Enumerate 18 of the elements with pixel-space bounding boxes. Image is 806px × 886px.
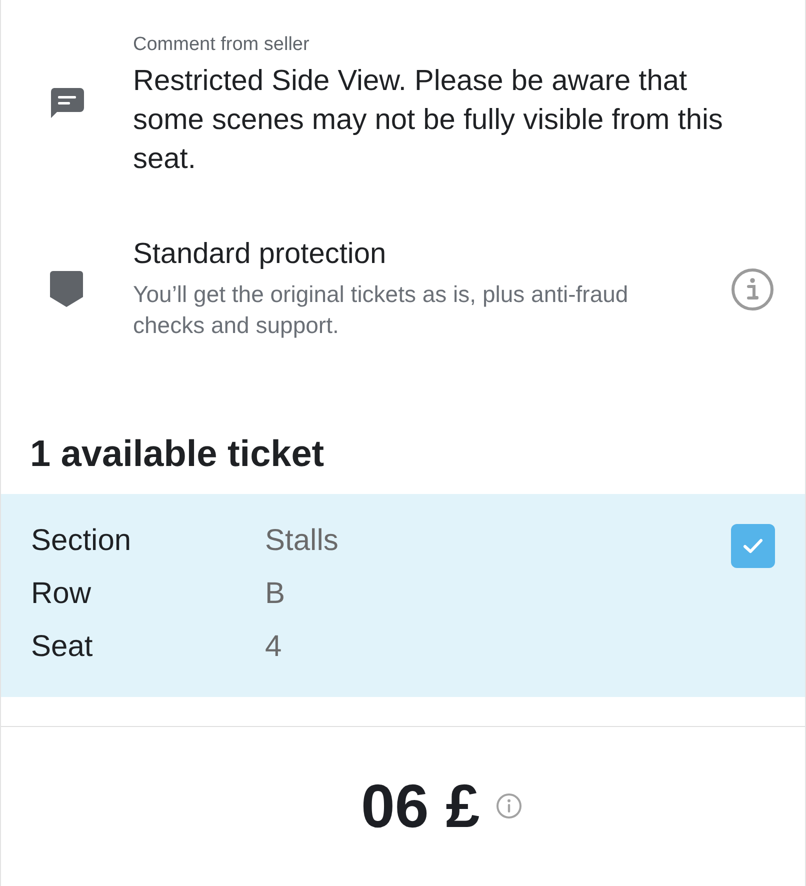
info-icon[interactable] — [731, 268, 774, 310]
protection-description: You’ll get the original tickets as is, plus anti-fraud checks and support. — [133, 280, 630, 340]
detail-label: Section — [31, 524, 132, 558]
detail-value: 4 — [265, 630, 283, 664]
comment-icon — [50, 88, 84, 118]
check-icon — [743, 538, 763, 554]
detail-label: Seat — [31, 630, 94, 664]
info-icon[interactable] — [496, 793, 522, 819]
protection-title: Standard protection — [133, 237, 388, 271]
detail-value: Stalls — [265, 524, 338, 558]
shield-icon — [50, 271, 83, 307]
checkbox[interactable] — [731, 524, 775, 568]
comment-label: Comment from seller — [133, 33, 310, 57]
detail-value: B — [265, 577, 286, 611]
tickets-heading: 1 available ticket — [29, 433, 326, 475]
comment-text: Restricted Side View. Please be aware that some scenes may not be fully visible from this seat. — [133, 64, 723, 177]
price-amount: 06 £ — [361, 774, 480, 838]
detail-label: Row — [31, 577, 92, 611]
